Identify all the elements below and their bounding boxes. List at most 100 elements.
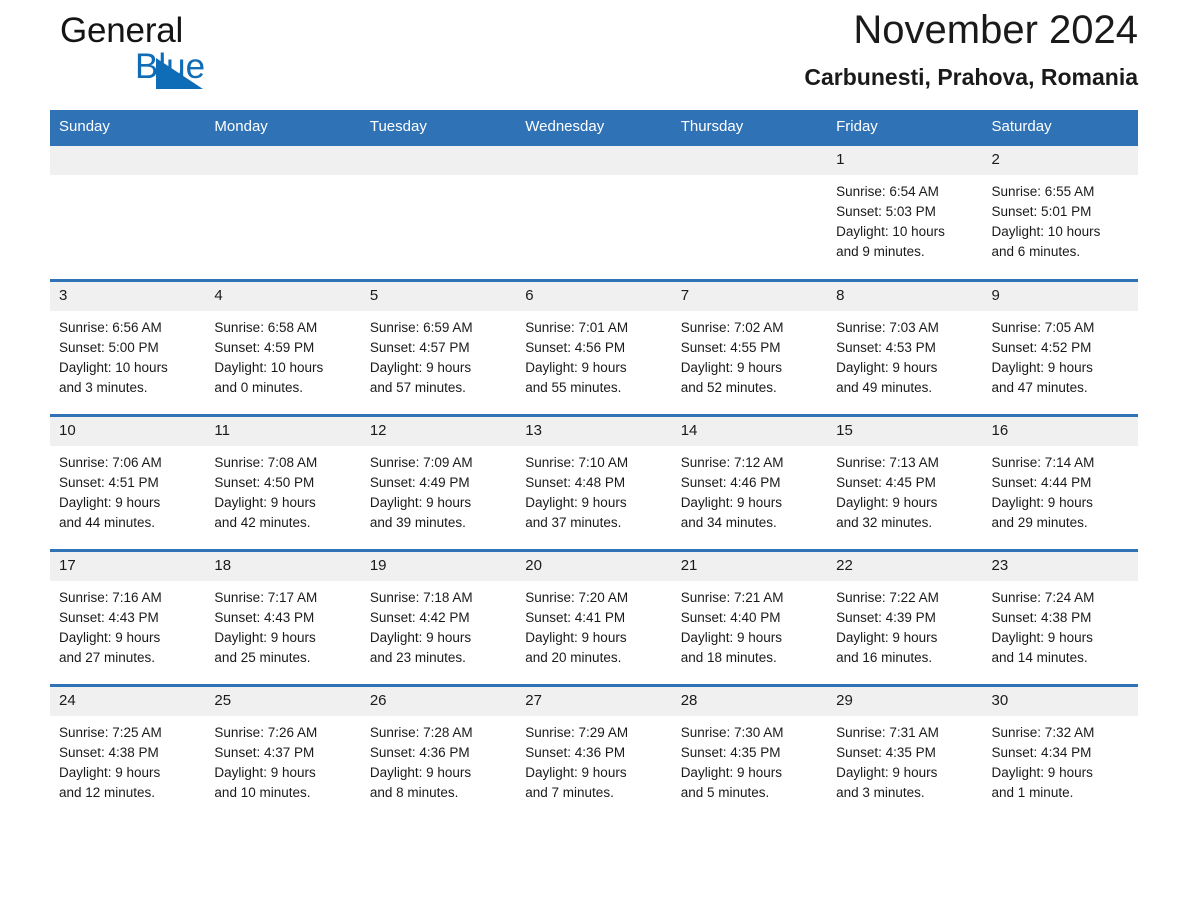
calendar-day-cell[interactable]: 17 Sunrise: 7:16 AM Sunset: 4:43 PM Dayligh… bbox=[50, 549, 206, 686]
day-number bbox=[360, 146, 517, 175]
day-number: 1 bbox=[827, 146, 983, 175]
day-sunset-text: Sunset: 4:53 PM bbox=[836, 340, 936, 355]
day-number: 2 bbox=[982, 146, 1138, 175]
day-sunset-text: Sunset: 4:34 PM bbox=[991, 745, 1092, 760]
weekday-header-friday: Friday bbox=[827, 110, 983, 145]
day-sunrise-text: Sunrise: 7:01 AM bbox=[525, 320, 629, 335]
calendar-day-cell[interactable]: 20 Sunrise: 7:20 AM Sunset: 4:41 PM Dayligh… bbox=[516, 549, 672, 686]
day-sunrise-text: Sunrise: 7:09 AM bbox=[369, 455, 473, 470]
day-details: Sunrise: 6:56 AM Sunset: 5:00 PM Daylight:… bbox=[50, 311, 205, 398]
day-sunrise-text: Sunrise: 7:12 AM bbox=[680, 455, 784, 470]
day-details: Sunrise: 7:24 AM Sunset: 4:38 PM Daylight:… bbox=[983, 581, 1138, 668]
calendar-day-cell[interactable]: 28 Sunrise: 7:30 AM Sunset: 4:35 PM Dayligh… bbox=[671, 684, 828, 819]
day-sunset-text: Sunset: 5:01 PM bbox=[991, 204, 1092, 219]
day-sunrise-text: Sunrise: 7:25 AM bbox=[59, 725, 162, 740]
day-daylight-text: and 9 minutes. bbox=[836, 244, 925, 259]
day-number: 24 bbox=[50, 687, 206, 716]
calendar-day-cell[interactable]: 30 Sunrise: 7:32 AM Sunset: 4:34 PM Dayligh… bbox=[982, 684, 1138, 819]
day-daylight-text: Daylight: 9 hours bbox=[836, 360, 938, 375]
calendar-week-row: 17 Sunrise: 7:16 AM Sunset: 4:43 PM Dayligh… bbox=[50, 549, 1138, 686]
day-sunset-text: Sunset: 4:37 PM bbox=[214, 745, 315, 760]
day-daylight-text: and 0 minutes. bbox=[214, 380, 303, 395]
day-daylight-text: and 29 minutes. bbox=[991, 515, 1088, 530]
calendar-day-cell[interactable]: 15 Sunrise: 7:13 AM Sunset: 4:45 PM Dayligh… bbox=[827, 414, 983, 551]
calendar-day-cell[interactable]: 13 Sunrise: 7:10 AM Sunset: 4:48 PM Dayligh… bbox=[516, 414, 672, 551]
day-details: Sunrise: 7:06 AM Sunset: 4:51 PM Daylight:… bbox=[50, 446, 205, 533]
day-sunset-text: Sunset: 4:43 PM bbox=[214, 610, 315, 625]
day-daylight-text: and 3 minutes. bbox=[59, 380, 148, 395]
day-number: 4 bbox=[205, 282, 361, 311]
day-sunrise-text: Sunrise: 7:17 AM bbox=[214, 590, 318, 605]
calendar-day-cell[interactable]: 19 Sunrise: 7:18 AM Sunset: 4:42 PM Dayligh… bbox=[360, 549, 517, 686]
calendar-day-cell[interactable]: 2 Sunrise: 6:55 AM Sunset: 5:01 PM Daylight… bbox=[982, 143, 1138, 281]
day-daylight-text: Daylight: 9 hours bbox=[369, 765, 472, 780]
calendar-day-cell[interactable]: 25 Sunrise: 7:26 AM Sunset: 4:37 PM Dayligh… bbox=[205, 684, 361, 819]
day-details: Sunrise: 7:09 AM Sunset: 4:49 PM Daylight:… bbox=[361, 446, 516, 533]
day-daylight-text: Daylight: 9 hours bbox=[991, 765, 1093, 780]
brand-name-general: General bbox=[60, 11, 184, 50]
calendar-week-row: 3 Sunrise: 6:56 AM Sunset: 5:00 PM Daylight… bbox=[50, 279, 1138, 416]
calendar-day-cell[interactable]: 16 Sunrise: 7:14 AM Sunset: 4:44 PM Dayligh… bbox=[982, 414, 1138, 551]
day-number: 20 bbox=[516, 552, 672, 581]
day-sunset-text: Sunset: 4:38 PM bbox=[59, 745, 159, 760]
day-number: 10 bbox=[50, 417, 206, 446]
calendar-body: 1 Sunrise: 6:54 AM Sunset: 5:03 PM Daylight… bbox=[50, 143, 1138, 819]
calendar-day-cell[interactable]: 7 Sunrise: 7:02 AM Sunset: 4:55 PM Daylight… bbox=[671, 279, 828, 416]
day-number: 25 bbox=[205, 687, 361, 716]
day-sunrise-text: Sunrise: 6:54 AM bbox=[836, 184, 939, 199]
calendar-day-cell[interactable]: 26 Sunrise: 7:28 AM Sunset: 4:36 PM Dayligh… bbox=[360, 684, 517, 819]
calendar-week-row: 24 Sunrise: 7:25 AM Sunset: 4:38 PM Dayligh… bbox=[50, 684, 1138, 819]
calendar-day-cell[interactable]: 14 Sunrise: 7:12 AM Sunset: 4:46 PM Dayligh… bbox=[671, 414, 828, 551]
day-daylight-text: and 6 minutes. bbox=[991, 244, 1081, 259]
calendar-day-cell[interactable]: 5 Sunrise: 6:59 AM Sunset: 4:57 PM Daylight… bbox=[360, 279, 517, 416]
day-sunset-text: Sunset: 4:43 PM bbox=[59, 610, 159, 625]
calendar-day-cell[interactable]: 1 Sunrise: 6:54 AM Sunset: 5:03 PM Daylight… bbox=[827, 143, 983, 281]
day-daylight-text: and 57 minutes. bbox=[369, 380, 466, 395]
day-daylight-text: Daylight: 9 hours bbox=[369, 630, 472, 645]
day-details: Sunrise: 7:18 AM Sunset: 4:42 PM Daylight:… bbox=[361, 581, 516, 668]
calendar-day-cell-empty bbox=[50, 143, 206, 281]
day-daylight-text: and 16 minutes. bbox=[836, 650, 933, 665]
day-sunrise-text: Sunrise: 6:56 AM bbox=[59, 320, 162, 335]
day-sunset-text: Sunset: 4:57 PM bbox=[369, 340, 470, 355]
calendar-day-cell[interactable]: 10 Sunrise: 7:06 AM Sunset: 4:51 PM Dayligh… bbox=[50, 414, 206, 551]
day-daylight-text: and 27 minutes. bbox=[59, 650, 156, 665]
day-details: Sunrise: 6:59 AM Sunset: 4:57 PM Daylight:… bbox=[361, 311, 516, 398]
day-number: 8 bbox=[827, 282, 983, 311]
calendar-day-cell[interactable]: 21 Sunrise: 7:21 AM Sunset: 4:40 PM Dayligh… bbox=[671, 549, 828, 686]
day-daylight-text: Daylight: 9 hours bbox=[991, 495, 1093, 510]
calendar-day-cell[interactable]: 22 Sunrise: 7:22 AM Sunset: 4:39 PM Dayligh… bbox=[827, 549, 983, 686]
calendar-day-cell[interactable]: 3 Sunrise: 6:56 AM Sunset: 5:00 PM Daylight… bbox=[50, 279, 206, 416]
calendar-day-cell-empty bbox=[360, 143, 517, 281]
day-number: 17 bbox=[50, 552, 206, 581]
day-daylight-text: Daylight: 9 hours bbox=[369, 360, 472, 375]
calendar-day-cell-empty bbox=[671, 143, 828, 281]
calendar-day-cell[interactable]: 27 Sunrise: 7:29 AM Sunset: 4:36 PM Dayligh… bbox=[516, 684, 672, 819]
day-details: Sunrise: 7:17 AM Sunset: 4:43 PM Daylight:… bbox=[205, 581, 360, 668]
calendar-day-cell[interactable]: 23 Sunrise: 7:24 AM Sunset: 4:38 PM Dayligh… bbox=[982, 549, 1138, 686]
calendar-day-cell[interactable]: 29 Sunrise: 7:31 AM Sunset: 4:35 PM Dayligh… bbox=[827, 684, 983, 819]
brand-logo[interactable]: General Blue bbox=[60, 12, 280, 92]
day-number: 9 bbox=[982, 282, 1138, 311]
day-sunrise-text: Sunrise: 7:03 AM bbox=[836, 320, 939, 335]
calendar-day-cell[interactable]: 12 Sunrise: 7:09 AM Sunset: 4:49 PM Dayligh… bbox=[360, 414, 517, 551]
day-daylight-text: Daylight: 9 hours bbox=[525, 495, 627, 510]
weekday-header-monday: Monday bbox=[205, 110, 361, 145]
calendar-day-cell[interactable]: 4 Sunrise: 6:58 AM Sunset: 4:59 PM Daylight… bbox=[205, 279, 361, 416]
day-sunset-text: Sunset: 4:48 PM bbox=[525, 475, 626, 490]
day-daylight-text: Daylight: 9 hours bbox=[836, 495, 938, 510]
calendar-page: General Blue November 2024 Carbunesti, P… bbox=[0, 0, 1188, 918]
calendar-day-cell[interactable]: 18 Sunrise: 7:17 AM Sunset: 4:43 PM Dayligh… bbox=[205, 549, 361, 686]
day-number: 21 bbox=[671, 552, 828, 581]
day-daylight-text: Daylight: 10 hours bbox=[59, 360, 168, 375]
day-daylight-text: Daylight: 9 hours bbox=[214, 495, 316, 510]
calendar-day-cell[interactable]: 9 Sunrise: 7:05 AM Sunset: 4:52 PM Daylight… bbox=[982, 279, 1138, 416]
calendar-day-cell[interactable]: 8 Sunrise: 7:03 AM Sunset: 4:53 PM Daylight… bbox=[827, 279, 983, 416]
day-sunrise-text: Sunrise: 7:10 AM bbox=[525, 455, 629, 470]
day-number bbox=[205, 146, 361, 175]
calendar-day-cell[interactable]: 6 Sunrise: 7:01 AM Sunset: 4:56 PM Daylight… bbox=[516, 279, 672, 416]
day-daylight-text: and 47 minutes. bbox=[991, 380, 1088, 395]
calendar-day-cell[interactable]: 24 Sunrise: 7:25 AM Sunset: 4:38 PM Dayligh… bbox=[50, 684, 206, 819]
day-daylight-text: and 25 minutes. bbox=[214, 650, 311, 665]
calendar-day-cell[interactable]: 11 Sunrise: 7:08 AM Sunset: 4:50 PM Dayligh… bbox=[205, 414, 361, 551]
